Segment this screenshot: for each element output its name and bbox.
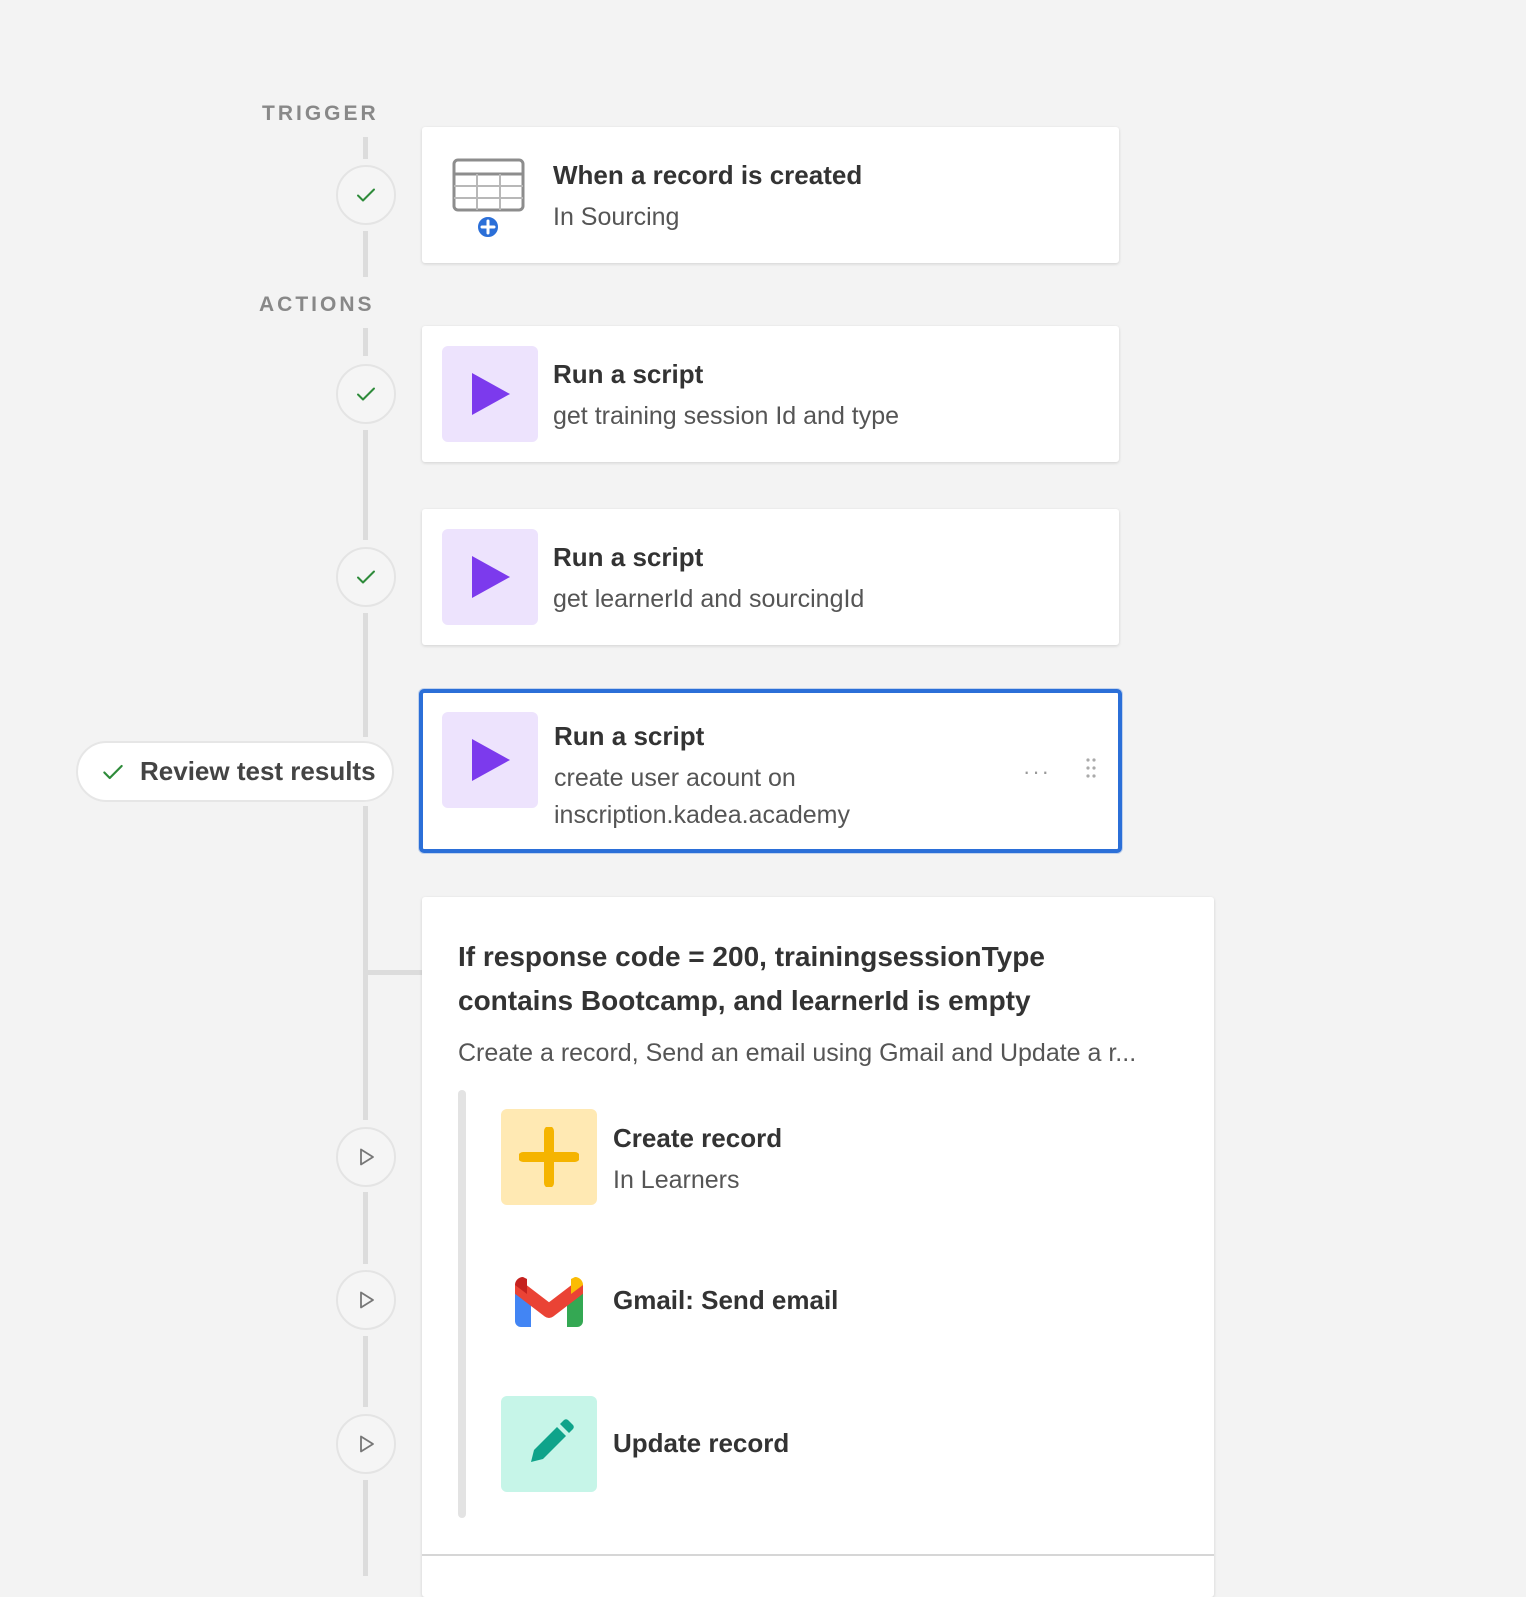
action-card-2[interactable]: Run a script get learnerId and sourcingI… — [422, 509, 1119, 645]
action-2-title: Run a script — [553, 542, 704, 572]
timeline-connector — [363, 806, 368, 1120]
plus-icon — [519, 1127, 579, 1187]
more-options-icon[interactable]: ··· — [1023, 759, 1051, 785]
timeline-connector — [363, 613, 368, 737]
check-icon — [357, 570, 375, 584]
action-1-title: Run a script — [553, 359, 704, 389]
step-update-record[interactable]: Update record — [501, 1396, 1181, 1492]
condition-description: Create a record, Send an email using Gma… — [458, 1039, 1137, 1067]
timeline-connector — [363, 1336, 368, 1407]
trigger-status-node — [336, 165, 396, 225]
play-icon — [472, 373, 510, 415]
step-gmail-send-email[interactable]: Gmail: Send email — [501, 1253, 1181, 1349]
timeline-connector — [363, 137, 368, 159]
action-1-subtitle: get training session Id and type — [553, 402, 900, 430]
timeline-connector — [363, 231, 368, 277]
step-create-record-subtitle: In Learners — [613, 1166, 740, 1194]
branch-connector — [366, 970, 424, 975]
condition-title: If response code = 200, trainingsessionT… — [458, 941, 1045, 1016]
condition-card-divider — [422, 1554, 1214, 1556]
timeline-connector — [363, 328, 368, 356]
condition-group-bar — [458, 1090, 466, 1518]
timeline-connector — [363, 1192, 368, 1264]
table-add-icon — [452, 157, 528, 239]
timeline-connector — [363, 1480, 368, 1576]
play-outline-icon — [360, 1291, 374, 1309]
action-3-subtitle-line2: inscription.kadea.academy — [554, 801, 850, 829]
trigger-section-label: TRIGGER — [262, 102, 379, 125]
play-icon — [472, 556, 510, 598]
review-test-results-label: Review test results — [140, 756, 376, 786]
step-update-record-title: Update record — [613, 1428, 790, 1458]
trigger-subtitle: In Sourcing — [553, 203, 680, 231]
create-record-icon-box — [501, 1109, 597, 1205]
script-icon-box — [442, 529, 538, 625]
play-outline-icon — [360, 1148, 374, 1166]
step-create-record[interactable]: Create record In Learners — [501, 1109, 1181, 1205]
trigger-card[interactable]: When a record is created In Sourcing — [422, 127, 1119, 263]
check-icon — [357, 188, 375, 202]
action-1-status-node — [336, 364, 396, 424]
play-outline-icon — [360, 1435, 374, 1453]
script-icon-box — [442, 712, 538, 808]
play-icon — [472, 739, 510, 781]
review-test-results-button[interactable]: Review test results — [76, 741, 394, 802]
action-3-subtitle-line1: create user acount on — [554, 764, 796, 792]
action-2-status-node — [336, 547, 396, 607]
step-gmail-run-node[interactable] — [336, 1270, 396, 1330]
step-create-record-title: Create record — [613, 1123, 783, 1153]
condition-card[interactable]: If response code = 200, trainingsessionT… — [422, 897, 1214, 1597]
step-gmail-title: Gmail: Send email — [613, 1285, 839, 1315]
pencil-icon — [531, 1419, 574, 1462]
action-3-title: Run a script — [554, 721, 705, 751]
action-card-3[interactable]: Run a script create user acount on inscr… — [419, 689, 1122, 853]
drag-handle-icon[interactable] — [1085, 757, 1097, 779]
step-create-record-run-node[interactable] — [336, 1127, 396, 1187]
step-update-record-run-node[interactable] — [336, 1414, 396, 1474]
update-record-icon-box — [501, 1396, 597, 1492]
timeline-connector — [363, 430, 368, 540]
trigger-title: When a record is created — [553, 160, 863, 190]
actions-section-label: ACTIONS — [259, 293, 375, 316]
action-2-subtitle: get learnerId and sourcingId — [553, 585, 865, 613]
script-icon-box — [442, 346, 538, 442]
check-icon — [103, 764, 123, 779]
check-icon — [357, 387, 375, 401]
gmail-icon — [510, 1275, 588, 1327]
action-card-1[interactable]: Run a script get training session Id and… — [422, 326, 1119, 462]
